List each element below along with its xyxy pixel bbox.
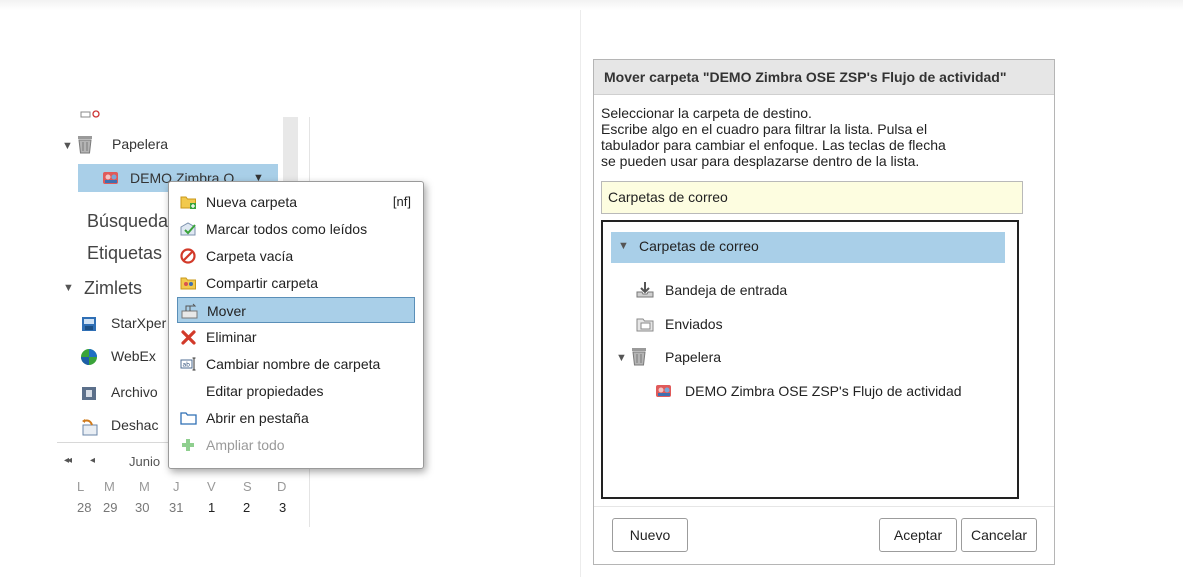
papelera-expand-toggle[interactable]: ▼ [62,140,73,152]
zimlet-item-webex[interactable]: WebEx [111,348,156,364]
menu-item-label: Nueva carpeta [206,194,298,210]
top-shadow [0,0,1183,10]
accept-button[interactable]: Aceptar [879,518,957,552]
zimlet-item-archivo[interactable]: Archivo [111,384,158,400]
menu-item-ampliar-todo[interactable]: Ampliar todo [169,432,423,458]
zimlet-item-starxpert[interactable]: StarXper [111,315,166,331]
calendar-date[interactable]: 2 [243,500,250,515]
tree-header-busquedas[interactable]: Búsqueda [87,211,168,232]
partial-folder-icon [80,110,100,118]
weekday-label: M [104,479,115,494]
dialog-header[interactable]: Mover carpeta "DEMO Zimbra OSE ZSP's Flu… [594,60,1054,95]
calendar-date[interactable]: 29 [103,500,117,515]
menu-item-nueva-carpeta[interactable]: Nueva carpeta [nf] [169,189,423,215]
pane-divider [580,10,581,577]
tree-item-demo-zimbra[interactable]: DEMO Zimbra OSE ZSP's Flujo de actividad [685,383,962,399]
webex-icon [81,349,97,365]
menu-item-abrir-pestana[interactable]: Abrir en pestaña [169,405,423,431]
menu-item-label: Compartir carpeta [206,275,319,291]
menu-item-label: Mover [207,303,246,319]
weekday-label: L [77,479,85,494]
tree-header-etiquetas[interactable]: Etiquetas [87,243,162,264]
undo-icon [82,419,98,436]
sent-icon [636,318,654,332]
empty-folder-icon [180,248,196,264]
inbox-icon [636,282,654,298]
weekday-label: D [277,479,287,494]
share-folder-icon [180,277,196,290]
calendar-date[interactable]: 3 [279,500,286,515]
folder-context-menu: Nueva carpeta [nf] Marcar todos como leí… [168,181,424,469]
destination-folder-tree: ▼ Carpetas de correo Bandeja de entrada … [601,220,1019,499]
svg-text:ab: ab [183,362,191,369]
shared-folder-icon [656,385,671,397]
open-tab-icon [180,412,197,425]
menu-item-label: Cambiar nombre de carpeta [206,356,381,372]
menu-item-label: Editar propiedades [206,383,324,399]
tree-item-enviados[interactable]: Enviados [665,316,723,332]
trash-icon [78,136,92,154]
dialog-footer-separator [594,506,1054,507]
weekday-label: S [243,479,252,494]
tree-root-label: Carpetas de correo [639,238,759,254]
menu-item-carpeta-vacia[interactable]: Carpeta vacía [169,243,423,269]
menu-item-label: Marcar todos como leídos [206,221,368,237]
menu-item-eliminar[interactable]: Eliminar [169,324,423,350]
expand-all-icon [182,439,194,451]
tree-item-papelera[interactable]: Papelera [665,349,721,365]
instruction-line: Seleccionar la carpeta de destino. [601,105,812,121]
instruction-line: Escribe algo en el cuadro para filtrar l… [601,121,928,137]
archive-icon [82,387,96,400]
trash-icon [632,348,646,366]
zimlets-expand-toggle[interactable]: ▼ [63,282,74,294]
dialog-title: Mover carpeta "DEMO Zimbra OSE ZSP's Flu… [604,69,1007,85]
tree-item-papelera[interactable]: Papelera [112,136,168,152]
cancel-button[interactable]: Cancelar [961,518,1037,552]
menu-item-compartir-carpeta[interactable]: Compartir carpeta [169,270,423,296]
dialog-instructions: Seleccionar la carpeta de destino. Escri… [601,105,1031,169]
move-icon [181,303,198,319]
calendar-date[interactable]: 1 [208,500,215,515]
move-folder-dialog: Mover carpeta "DEMO Zimbra OSE ZSP's Flu… [593,59,1055,565]
menu-item-shortcut: [nf] [392,194,411,209]
menu-item-editar-propiedades[interactable]: Editar propiedades [169,378,423,404]
prev-year-button[interactable]: ◂◂ [64,455,72,466]
prev-month-button[interactable]: ◂ [90,455,95,466]
menu-item-label: Carpeta vacía [206,248,294,264]
calendar-date[interactable]: 31 [169,500,183,515]
starxpert-icon [82,317,96,331]
menu-item-label: Ampliar todo [206,437,285,453]
calendar-month-label: Junio [129,454,161,469]
papelera-expand-icon[interactable]: ▼ [616,352,627,364]
weekday-label: M [139,479,150,494]
tree-item-bandeja-entrada[interactable]: Bandeja de entrada [665,282,787,298]
new-folder-button[interactable]: Nuevo [612,518,688,552]
weekday-label: V [207,479,216,494]
rename-icon: ab [180,357,196,371]
tree-header-zimlets[interactable]: Zimlets [84,278,142,299]
delete-icon [181,330,196,345]
instruction-line: se pueden usar para desplazarse dentro d… [601,153,920,169]
new-folder-icon [180,196,196,209]
weekday-label: J [173,479,180,494]
menu-item-label: Eliminar [206,329,257,345]
menu-item-cambiar-nombre[interactable]: ab Cambiar nombre de carpeta [169,351,423,377]
menu-item-mover[interactable]: Mover [177,297,415,323]
instruction-line: tabulador para cambiar el enfoque. Las t… [601,137,946,153]
menu-item-label: Abrir en pestaña [206,410,309,426]
mark-read-icon [180,222,196,236]
expand-toggle-icon[interactable]: ▼ [618,240,629,252]
calendar-date[interactable]: 28 [77,500,91,515]
zimlet-item-deshacer[interactable]: Deshac [111,417,158,433]
menu-item-marcar-leidos[interactable]: Marcar todos como leídos [169,216,423,242]
shared-folder-icon [103,172,118,184]
folder-filter-input[interactable]: Carpetas de correo [601,181,1023,214]
calendar-date[interactable]: 30 [135,500,149,515]
